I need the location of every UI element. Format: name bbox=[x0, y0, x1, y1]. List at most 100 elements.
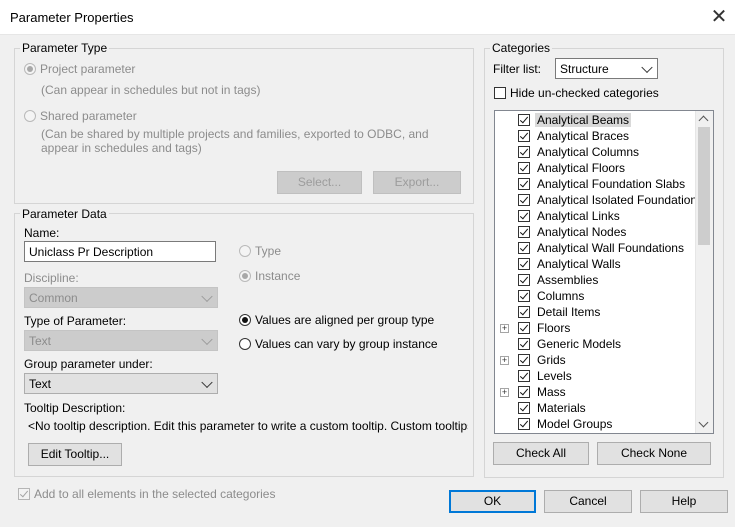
list-item[interactable]: Analytical Beams bbox=[495, 112, 695, 128]
category-checkbox[interactable] bbox=[518, 194, 530, 206]
list-item[interactable]: Materials bbox=[495, 400, 695, 416]
aligned-per-group-radio[interactable] bbox=[239, 314, 251, 326]
category-label: Levels bbox=[537, 369, 572, 383]
list-item[interactable]: Analytical Floors bbox=[495, 160, 695, 176]
category-checkbox[interactable] bbox=[518, 418, 530, 430]
category-checkbox[interactable] bbox=[518, 354, 530, 366]
discipline-label: Discipline: bbox=[24, 271, 79, 285]
export-button[interactable]: Export... bbox=[373, 171, 461, 194]
chevron-down-icon bbox=[201, 376, 213, 388]
category-checkbox[interactable] bbox=[518, 338, 530, 350]
list-item[interactable]: Analytical Links bbox=[495, 208, 695, 224]
type-of-parameter-select[interactable]: Text bbox=[24, 330, 218, 351]
list-item[interactable]: Analytical Walls bbox=[495, 256, 695, 272]
hide-unchecked-checkbox[interactable] bbox=[494, 87, 506, 99]
project-parameter-label: Project parameter bbox=[40, 62, 136, 76]
scroll-down-icon[interactable] bbox=[698, 417, 709, 428]
aligned-per-group-label: Values are aligned per group type bbox=[255, 313, 435, 327]
group-parameter-select[interactable]: Text bbox=[24, 373, 218, 394]
check-none-button[interactable]: Check None bbox=[597, 442, 711, 465]
list-item[interactable]: Analytical Isolated Foundations bbox=[495, 192, 703, 208]
category-label: Mass bbox=[537, 385, 566, 399]
category-checkbox[interactable] bbox=[518, 210, 530, 222]
ok-button[interactable]: OK bbox=[449, 490, 536, 513]
category-checkbox[interactable] bbox=[518, 242, 530, 254]
category-checkbox[interactable] bbox=[518, 402, 530, 414]
shared-parameter-radio[interactable] bbox=[24, 110, 36, 122]
name-label: Name: bbox=[24, 226, 60, 240]
category-label: Analytical Floors bbox=[537, 161, 626, 175]
filter-list-select[interactable]: Structure bbox=[555, 58, 658, 79]
name-value: Uniclass Pr Description bbox=[29, 245, 154, 259]
expand-plus-icon[interactable]: + bbox=[500, 356, 509, 365]
list-item[interactable]: Detail Items bbox=[495, 304, 695, 320]
chevron-down-icon bbox=[641, 61, 653, 73]
type-radio-label: Type bbox=[255, 244, 282, 258]
window-title: Parameter Properties bbox=[10, 10, 134, 25]
chevron-down-icon bbox=[201, 333, 213, 345]
categories-heading: Categories bbox=[490, 41, 553, 55]
list-item[interactable]: Columns bbox=[495, 288, 695, 304]
category-checkbox[interactable] bbox=[518, 130, 530, 142]
list-item[interactable]: Analytical Nodes bbox=[495, 224, 695, 240]
tooltip-description-text: <No tooltip description. Edit this param… bbox=[28, 419, 468, 433]
hide-unchecked-label: Hide un-checked categories bbox=[510, 86, 659, 100]
category-label: Analytical Foundation Slabs bbox=[537, 177, 686, 191]
cancel-button[interactable]: Cancel bbox=[544, 490, 632, 513]
scrollbar-thumb[interactable] bbox=[698, 127, 710, 245]
shared-parameter-hint-2: appear in schedules and tags) bbox=[41, 141, 202, 155]
list-item[interactable]: Analytical Braces bbox=[495, 128, 695, 144]
list-item[interactable]: + Grids bbox=[495, 352, 695, 368]
list-item[interactable]: + Floors bbox=[495, 320, 695, 336]
shared-parameter-hint-1: (Can be shared by multiple projects and … bbox=[41, 127, 429, 141]
list-item[interactable]: Generic Models bbox=[495, 336, 695, 352]
edit-tooltip-button[interactable]: Edit Tooltip... bbox=[28, 443, 122, 466]
category-label: Analytical Wall Foundations bbox=[537, 241, 684, 255]
category-checkbox[interactable] bbox=[518, 290, 530, 302]
list-item[interactable]: + Mass bbox=[495, 384, 695, 400]
category-checkbox[interactable] bbox=[518, 226, 530, 238]
category-checkbox[interactable] bbox=[518, 370, 530, 382]
category-checkbox[interactable] bbox=[518, 162, 530, 174]
category-checkbox[interactable] bbox=[518, 386, 530, 398]
instance-radio-label: Instance bbox=[255, 269, 301, 283]
list-item[interactable]: Assemblies bbox=[495, 272, 695, 288]
add-to-all-elements-checkbox[interactable] bbox=[18, 488, 30, 500]
category-list[interactable]: Analytical Beams Analytical Braces Analyti… bbox=[494, 110, 714, 434]
category-checkbox[interactable] bbox=[518, 178, 530, 190]
category-label: Generic Models bbox=[537, 337, 622, 351]
category-checkbox[interactable] bbox=[518, 306, 530, 318]
category-label: Analytical Walls bbox=[537, 257, 621, 271]
discipline-select[interactable]: Common bbox=[24, 287, 218, 308]
close-icon[interactable]: ✕ bbox=[704, 2, 734, 32]
list-item[interactable]: Levels bbox=[495, 368, 695, 384]
type-radio[interactable] bbox=[239, 245, 251, 257]
category-checkbox[interactable] bbox=[518, 114, 530, 126]
name-input[interactable]: Uniclass Pr Description bbox=[24, 241, 216, 262]
category-checkbox[interactable] bbox=[518, 274, 530, 286]
add-to-all-elements-label: Add to all elements in the selected cate… bbox=[34, 487, 276, 501]
vary-by-instance-radio[interactable] bbox=[239, 338, 251, 350]
project-parameter-radio[interactable] bbox=[24, 63, 36, 75]
vary-by-instance-label: Values can vary by group instance bbox=[255, 337, 438, 351]
scroll-up-icon[interactable] bbox=[698, 115, 709, 126]
filter-list-value: Structure bbox=[560, 62, 609, 76]
list-item[interactable]: Analytical Foundation Slabs bbox=[495, 176, 695, 192]
category-label: Analytical Braces bbox=[537, 129, 630, 143]
select-button[interactable]: Select... bbox=[277, 171, 362, 194]
expand-plus-icon[interactable]: + bbox=[500, 324, 509, 333]
list-item[interactable]: Analytical Wall Foundations bbox=[495, 240, 695, 256]
category-checkbox[interactable] bbox=[518, 258, 530, 270]
parameter-data-heading: Parameter Data bbox=[20, 207, 109, 221]
category-checkbox[interactable] bbox=[518, 146, 530, 158]
list-item[interactable]: Analytical Columns bbox=[495, 144, 695, 160]
help-button[interactable]: Help bbox=[640, 490, 728, 513]
category-label: Columns bbox=[537, 289, 585, 303]
instance-radio[interactable] bbox=[239, 270, 251, 282]
expand-plus-icon[interactable]: + bbox=[500, 388, 509, 397]
category-list-scrollbar[interactable] bbox=[695, 111, 713, 433]
list-item[interactable]: Model Groups bbox=[495, 416, 695, 432]
check-all-button[interactable]: Check All bbox=[493, 442, 589, 465]
category-checkbox[interactable] bbox=[518, 322, 530, 334]
chevron-down-icon bbox=[201, 290, 213, 302]
